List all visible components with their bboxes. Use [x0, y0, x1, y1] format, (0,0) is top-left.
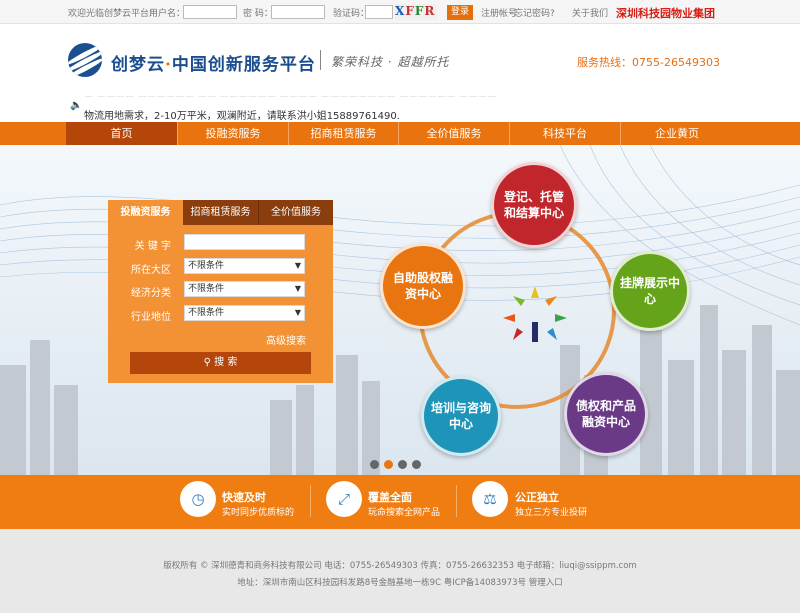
region-value: 不限条件: [188, 261, 225, 271]
search-icon: ⚲: [203, 357, 211, 368]
star-burst-icon: [503, 286, 567, 342]
register-link[interactable]: 注册帐号: [481, 6, 517, 19]
feature-subtitle: 实时同步优质标的: [222, 508, 295, 518]
feature-title: 快速及时: [222, 491, 266, 504]
search-tabs: 投融资服务 招商租赁服务 全价值服务: [108, 200, 333, 225]
tab-leasing[interactable]: 招商租赁服务: [183, 200, 259, 225]
captcha-input[interactable]: [365, 5, 393, 19]
captcha-char: X: [395, 4, 406, 18]
hotline: 服务热线：0755-26549303: [577, 56, 720, 69]
footer: 版权所有 © 深圳德青和商务科技有限公司 电话：0755-26549303 传真…: [0, 529, 800, 613]
brand-dot: ·: [165, 55, 172, 75]
captcha-char: F: [414, 4, 425, 18]
brand-tagline: 中国创新服务平台: [171, 55, 316, 75]
about-link[interactable]: 关于我们: [572, 6, 608, 19]
industry-label: 行业地位: [131, 312, 171, 323]
economy-value: 不限条件: [188, 284, 225, 294]
feature-divider: [310, 485, 311, 517]
nav-item-investment[interactable]: 投融资服务: [178, 122, 289, 145]
group-link[interactable]: 深圳科技园物业集团: [616, 5, 715, 21]
carousel-dot[interactable]: [370, 460, 379, 469]
tab-investment[interactable]: 投融资服务: [108, 200, 183, 225]
keyword-label: 关 键 字: [134, 241, 171, 252]
economy-select[interactable]: 不限条件 ▼: [184, 281, 305, 297]
service-debt-finance-center[interactable]: 债权和产品融资中心: [564, 372, 648, 456]
service-training-center[interactable]: 培训与咨询中心: [421, 376, 501, 456]
footer-address: 地址：深圳市南山区科技园科发路8号金融基地一栋9C 粤ICP备14083973号…: [237, 578, 563, 588]
slogan: 繁荣科技 · 超越所托: [331, 55, 450, 69]
main-nav: 首页 投融资服务 招商租赁服务 全价值服务 科技平台 企业黄页: [0, 122, 800, 145]
username-input[interactable]: [183, 5, 237, 19]
notice-line[interactable]: 物流用地需求，2-10万平米，观澜附近，请联系洪小姐15889761490.: [84, 107, 400, 122]
chevron-down-icon: ▼: [294, 284, 301, 293]
chevron-down-icon: ▼: [294, 308, 301, 317]
nav-item-tech-platform[interactable]: 科技平台: [510, 122, 621, 145]
brand-title[interactable]: 创梦云·中国创新服务平台: [111, 50, 316, 75]
service-registration-center[interactable]: 登记、托管和结算中心: [491, 162, 577, 248]
swirl-logo-icon[interactable]: [68, 43, 102, 77]
search-button-label: 搜 索: [214, 357, 238, 368]
clock-icon: ◷: [180, 481, 216, 517]
industry-value: 不限条件: [188, 308, 225, 318]
service-equity-finance-center[interactable]: 自助股权融资中心: [380, 243, 466, 329]
service-label: 债权和产品融资中心: [576, 399, 637, 429]
carousel-dots: [370, 459, 426, 472]
scale-icon: ⚖: [472, 481, 508, 517]
service-label: 培训与咨询中心: [431, 401, 492, 431]
captcha-char: R: [424, 4, 436, 18]
top-login-bar: 欢迎光临创梦云平台! 用户名： 密 码： 验证码： XFFR 登录 注册帐号 忘…: [0, 0, 800, 24]
notice-line-partial: ▬ ▬▬▬▬ ▬▬▬▬▬▬ ▬▬ ▬▬▬▬▬▬ ▬▬▬▬ ▬▬▬▬▬▬▬▬ ▬▬…: [84, 96, 497, 100]
tab-full-value[interactable]: 全价值服务: [259, 200, 333, 225]
expand-icon: ⤢: [326, 481, 362, 517]
nav-item-leasing[interactable]: 招商租赁服务: [289, 122, 399, 145]
nav-item-home[interactable]: 首页: [66, 122, 178, 145]
service-listing-center[interactable]: 挂牌展示中心: [610, 251, 690, 331]
search-button[interactable]: ⚲ 搜 索: [130, 352, 311, 374]
service-label: 挂牌展示中心: [620, 276, 681, 306]
carousel-dot[interactable]: [412, 460, 421, 469]
feature-subtitle: 独立三方专业投研: [515, 508, 588, 518]
keyword-input[interactable]: [184, 234, 305, 250]
feature-subtitle: 玩命搜索全网产品: [368, 508, 441, 518]
login-button[interactable]: 登录: [447, 5, 473, 20]
captcha-label: 验证码：: [333, 9, 370, 19]
password-input[interactable]: [271, 5, 325, 19]
captcha-image[interactable]: XFFR: [395, 4, 437, 20]
feature-divider: [456, 485, 457, 517]
nav-item-yellow-pages[interactable]: 企业黄页: [621, 122, 733, 145]
forgot-password-link[interactable]: 忘记密码?: [514, 6, 555, 19]
service-label: 自助股权融资中心: [393, 271, 454, 301]
brand-name: 创梦云: [111, 55, 165, 75]
feature-title: 公正独立: [515, 491, 559, 504]
notice-ticker: 🔈 ▬ ▬▬▬▬ ▬▬▬▬▬▬ ▬▬ ▬▬▬▬▬▬ ▬▬▬▬ ▬▬▬▬▬▬▬▬ …: [70, 96, 540, 122]
password-label: 密 码：: [243, 9, 273, 19]
advanced-search-link[interactable]: 高级搜索: [266, 332, 306, 347]
feature-strip: ◷ 快速及时 实时同步优质标的 ⤢ 覆盖全面 玩命搜索全网产品 ⚖ 公正独立 独…: [0, 475, 800, 529]
region-select[interactable]: 不限条件 ▼: [184, 258, 305, 274]
welcome-text: 欢迎光临创梦云平台!: [68, 9, 153, 19]
industry-select[interactable]: 不限条件 ▼: [184, 305, 305, 321]
username-label: 用户名：: [149, 9, 186, 19]
header-divider: [320, 50, 321, 70]
carousel-dot[interactable]: [398, 460, 407, 469]
region-label: 所在大区: [131, 265, 171, 276]
captcha-char: F: [405, 4, 415, 18]
footer-copyright: 版权所有 © 深圳德青和商务科技有限公司 电话：0755-26549303 传真…: [163, 561, 637, 571]
chevron-down-icon: ▼: [294, 261, 301, 270]
nav-item-full-value[interactable]: 全价值服务: [399, 122, 510, 145]
service-label: 登记、托管和结算中心: [504, 190, 565, 220]
feature-title: 覆盖全面: [368, 491, 412, 504]
search-panel: 投融资服务 招商租赁服务 全价值服务 关 键 字 所在大区 不限条件 ▼ 经济分类…: [108, 200, 333, 383]
speaker-icon: 🔈: [70, 100, 83, 111]
carousel-dot-active[interactable]: [384, 460, 393, 469]
economy-label: 经济分类: [131, 288, 171, 299]
